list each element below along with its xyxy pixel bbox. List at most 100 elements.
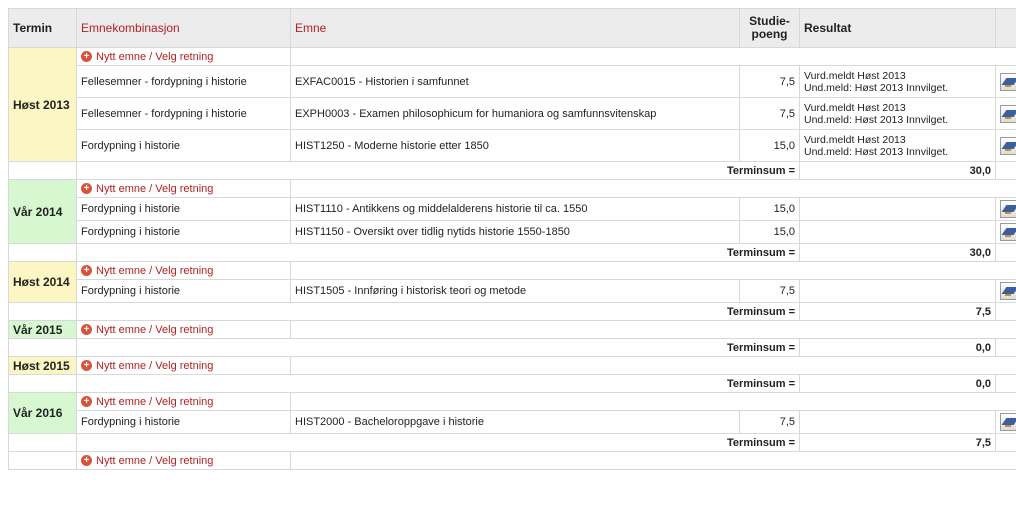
term-cell: Høst 2013 bbox=[8, 47, 77, 162]
edit-pen-icon[interactable] bbox=[1000, 282, 1016, 300]
course-credits: 15,0 bbox=[739, 129, 800, 162]
edit-pen-icon[interactable] bbox=[1000, 104, 1016, 123]
term-cell: Vår 2015 bbox=[8, 320, 77, 339]
add-course-link[interactable]: + Nytt emne / Velg retning bbox=[81, 396, 213, 408]
col-header-emnekombinasjon: Emnekombinasjon bbox=[76, 8, 291, 48]
col-header-studiepoeng-line2: poeng bbox=[751, 27, 788, 41]
sum-empty bbox=[995, 161, 1016, 180]
sum-empty bbox=[995, 243, 1016, 262]
edit-pen-icon[interactable] bbox=[1000, 72, 1016, 91]
result-line-1: Vurd.meldt Høst 2013 bbox=[804, 69, 906, 82]
sum-spacer bbox=[8, 161, 77, 180]
course-combination: Fordypning i historie bbox=[76, 220, 291, 244]
term-sum-row: Terminsum = 30,0 bbox=[8, 161, 1016, 180]
add-course-link[interactable]: + Nytt emne / Velg retning bbox=[81, 183, 213, 195]
course-combination: Fordypning i historie bbox=[76, 129, 291, 162]
result-line-2: Und.meld: Høst 2013 Innvilget. bbox=[804, 81, 949, 94]
empty-cell bbox=[290, 179, 1016, 198]
term-sum-value: 30,0 bbox=[799, 243, 996, 262]
col-header-actions bbox=[995, 8, 1016, 48]
course-row: Fordypning i historie HIST1250 - Moderne … bbox=[9, 129, 1016, 162]
add-course-row: Høst 2014 + Nytt emne / Velg retning bbox=[8, 261, 1016, 303]
edit-pen-icon[interactable] bbox=[1000, 223, 1016, 241]
add-course-cell: + Nytt emne / Velg retning bbox=[76, 47, 291, 66]
edit-pen-icon[interactable] bbox=[1000, 136, 1016, 155]
course-name: HIST2000 - Bacheloroppgave i historie bbox=[290, 410, 740, 434]
edit-cell bbox=[995, 197, 1016, 221]
term-sum-row: Terminsum = 0,0 bbox=[8, 374, 1016, 393]
add-course-row: Vår 2014 + Nytt emne / Velg retning bbox=[8, 179, 1016, 244]
study-plan-table: Termin Emnekombinasjon Emne Studie-poeng… bbox=[8, 8, 1016, 470]
result-line-2: Und.meld: Høst 2013 Innvilget. bbox=[804, 113, 949, 126]
sum-spacer bbox=[8, 243, 77, 262]
result-line-2: Und.meld: Høst 2013 Innvilget. bbox=[804, 145, 949, 158]
result-line-1: Vurd.meldt Høst 2013 bbox=[804, 133, 906, 146]
add-course-cell: + Nytt emne / Velg retning bbox=[76, 451, 291, 470]
course-name: EXFAC0015 - Historien i samfunnet bbox=[290, 65, 740, 98]
course-credits: 7,5 bbox=[739, 410, 800, 434]
col-header-resultat: Resultat bbox=[799, 8, 996, 48]
add-course-link[interactable]: + Nytt emne / Velg retning bbox=[81, 265, 213, 277]
term-sum-label: Terminsum = bbox=[76, 374, 800, 393]
empty-cell bbox=[290, 320, 1016, 339]
course-combination: Fordypning i historie bbox=[76, 279, 291, 303]
term-sum-row: Terminsum = 7,5 bbox=[8, 433, 1016, 452]
add-course-row: + Nytt emne / Velg retning bbox=[8, 451, 1016, 470]
course-credits: 7,5 bbox=[739, 97, 800, 130]
sum-empty bbox=[995, 338, 1016, 357]
term-sum-label: Terminsum = bbox=[76, 302, 800, 321]
term-cell-partial bbox=[8, 451, 77, 470]
add-course-row: Vår 2016 + Nytt emne / Velg retning bbox=[8, 392, 1016, 434]
add-course-cell: + Nytt emne / Velg retning bbox=[76, 320, 291, 339]
sum-empty bbox=[995, 302, 1016, 321]
course-combination: Fellesemner - fordypning i historie bbox=[76, 65, 291, 98]
add-course-link[interactable]: + Nytt emne / Velg retning bbox=[81, 455, 213, 467]
term-sum-value: 7,5 bbox=[799, 433, 996, 452]
term-sum-value: 0,0 bbox=[799, 338, 996, 357]
course-row: Fordypning i historie HIST1150 - Oversikt… bbox=[9, 220, 1016, 244]
course-result bbox=[799, 220, 996, 244]
plus-circle-icon: + bbox=[81, 265, 92, 277]
add-course-row: Høst 2013 + Nytt emne / Velg retning bbox=[8, 47, 1016, 162]
term-sum-label: Terminsum = bbox=[76, 161, 800, 180]
course-result: Vurd.meldt Høst 2013 Und.meld: Høst 2013 … bbox=[799, 97, 996, 130]
add-course-label: Nytt emne / Velg retning bbox=[96, 359, 214, 372]
add-course-link[interactable]: + Nytt emne / Velg retning bbox=[81, 360, 213, 372]
sum-spacer bbox=[8, 302, 77, 321]
term-sum-row: Terminsum = 30,0 bbox=[8, 243, 1016, 262]
empty-cell bbox=[290, 451, 1016, 470]
result-line-1: Vurd.meldt Høst 2013 bbox=[804, 101, 906, 114]
add-course-cell: + Nytt emne / Velg retning bbox=[76, 261, 291, 280]
term-sum-row: Terminsum = 7,5 bbox=[8, 302, 1016, 321]
add-course-link[interactable]: + Nytt emne / Velg retning bbox=[81, 324, 213, 336]
term-cell: Vår 2014 bbox=[8, 179, 77, 244]
plus-circle-icon: + bbox=[81, 324, 92, 336]
course-row: Fordypning i historie HIST1110 - Antikken… bbox=[9, 197, 1016, 221]
course-combination: Fellesemner - fordypning i historie bbox=[76, 97, 291, 130]
col-header-termin: Termin bbox=[8, 8, 77, 48]
term-sum-label: Terminsum = bbox=[76, 433, 800, 452]
course-name: HIST1110 - Antikkens og middelalderens h… bbox=[290, 197, 740, 221]
add-course-label: Nytt emne / Velg retning bbox=[96, 395, 214, 408]
term-cell: Høst 2015 bbox=[8, 356, 77, 375]
course-result: Vurd.meldt Høst 2013 Und.meld: Høst 2013 … bbox=[799, 129, 996, 162]
course-row: Fellesemner - fordypning i historie EXFAC… bbox=[9, 65, 1016, 98]
sum-empty bbox=[995, 374, 1016, 393]
empty-cell bbox=[290, 356, 1016, 375]
edit-pen-icon[interactable] bbox=[1000, 200, 1016, 218]
edit-cell bbox=[995, 129, 1016, 162]
empty-cell bbox=[290, 261, 1016, 280]
course-result: Vurd.meldt Høst 2013 Und.meld: Høst 2013 … bbox=[799, 65, 996, 98]
plus-circle-icon: + bbox=[81, 455, 92, 467]
edit-pen-icon[interactable] bbox=[1000, 413, 1016, 431]
add-course-label: Nytt emne / Velg retning bbox=[96, 182, 214, 195]
course-row: Fordypning i historie HIST1505 - Innførin… bbox=[9, 279, 1016, 303]
edit-cell bbox=[995, 410, 1016, 434]
sum-spacer bbox=[8, 433, 77, 452]
course-credits: 7,5 bbox=[739, 279, 800, 303]
add-course-link[interactable]: + Nytt emne / Velg retning bbox=[81, 51, 213, 63]
course-name: HIST1505 - Innføring i historisk teori o… bbox=[290, 279, 740, 303]
edit-cell bbox=[995, 97, 1016, 130]
edit-cell bbox=[995, 279, 1016, 303]
course-row: Fellesemner - fordypning i historie EXPH0… bbox=[9, 97, 1016, 130]
